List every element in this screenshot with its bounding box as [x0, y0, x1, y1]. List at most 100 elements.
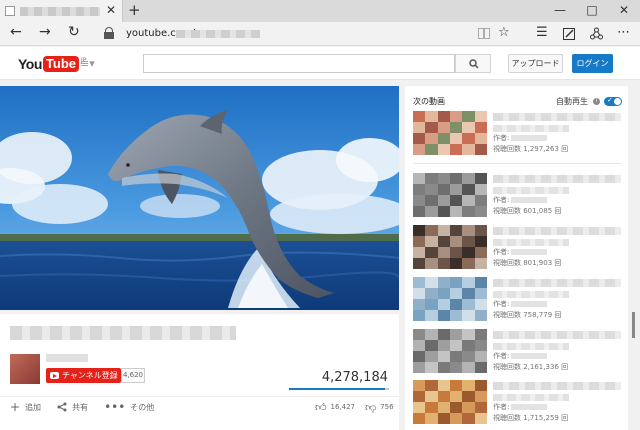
video-view-count: 視聴回数 601,085 回 [493, 207, 562, 215]
login-button[interactable]: ログイン [572, 54, 613, 73]
forward-icon[interactable]: → [39, 24, 51, 40]
channel-avatar[interactable] [10, 354, 40, 384]
youtube-header: You Tube JP ≡▾ アップロード ログイン [0, 47, 640, 80]
thumbs-up-icon[interactable]: 👍︎ [315, 401, 327, 414]
browser-titlebar: ✕ + — □ ✕ [0, 0, 640, 22]
autoplay-control: 自動再生 i ✓ [556, 96, 622, 107]
video-title-redacted[interactable] [493, 343, 569, 350]
scrollbar[interactable] [628, 80, 640, 430]
up-next-sidebar: 次の動画 自動再生 i ✓ 作者: 視聴回数 1,297,263 回作者: 視聴回数… [405, 86, 628, 430]
author-name-redacted [511, 404, 548, 410]
web-note-icon[interactable] [563, 28, 575, 40]
like-count: 16,427 [330, 403, 356, 411]
add-button[interactable]: + 追加 [10, 400, 41, 414]
video-title-redacted[interactable] [493, 113, 621, 121]
up-next-video[interactable]: 作者: 視聴回数 2,161,336 回 [413, 329, 628, 373]
up-next-video[interactable]: 作者: 視聴回数 1,297,263 回 [413, 111, 628, 155]
share-label: 共有 [72, 402, 89, 412]
search-button[interactable] [455, 54, 491, 73]
video-author: 作者: [493, 133, 548, 143]
video-author: 作者: [493, 402, 548, 412]
tab-title-redacted [20, 7, 100, 16]
video-view-count: 視聴回数 758,779 回 [493, 311, 562, 319]
search-input[interactable] [143, 54, 455, 73]
lock-icon [104, 27, 114, 39]
video-title-redacted[interactable] [493, 175, 621, 183]
video-view-count: 視聴回数 801,903 回 [493, 259, 562, 267]
reading-view-icon[interactable] [478, 28, 490, 39]
share-icon [57, 402, 67, 412]
up-next-video[interactable]: 作者: 視聴回数 758,779 回 [413, 277, 628, 321]
author-name-redacted [511, 135, 548, 141]
autoplay-toggle[interactable]: ✓ [604, 96, 622, 106]
search-icon [469, 59, 479, 69]
video-author: 作者: [493, 351, 548, 361]
more-button[interactable]: ••• その他 [104, 400, 154, 414]
youtube-play-icon [50, 372, 59, 379]
more-label: その他 [130, 402, 155, 412]
thumbs-down-icon[interactable]: 👎︎ [365, 401, 376, 414]
video-thumbnail[interactable] [413, 173, 487, 217]
refresh-icon[interactable]: ↻ [68, 24, 80, 40]
share-button[interactable]: 共有 [57, 402, 88, 413]
video-title-redacted[interactable] [493, 239, 569, 246]
author-name-redacted [511, 353, 548, 359]
subscriber-count: 4,620 [121, 368, 145, 383]
up-next-video[interactable]: 作者: 視聴回数 601,085 回 [413, 173, 628, 217]
info-icon[interactable]: i [593, 98, 600, 105]
up-next-video[interactable]: 作者: 視聴回数 801,903 回 [413, 225, 628, 269]
video-info-panel: チャンネル登録 4,620 4,278,184 + 追加 共有 ••• その他 👍︎… [0, 314, 399, 430]
maximize-icon[interactable]: □ [576, 0, 608, 22]
close-icon[interactable]: ✕ [106, 3, 116, 17]
plus-icon: + [10, 400, 21, 414]
video-title-redacted[interactable] [493, 291, 569, 298]
window-close-icon[interactable]: ✕ [608, 0, 640, 22]
video-thumbnail[interactable] [413, 380, 487, 424]
hub-icon[interactable]: ☰ [536, 25, 548, 40]
video-title-redacted[interactable] [493, 125, 569, 132]
video-title-redacted[interactable] [493, 331, 621, 339]
video-title-redacted[interactable] [493, 382, 621, 390]
video-thumbnail[interactable] [413, 329, 487, 373]
author-prefix: 作者: [493, 352, 510, 360]
author-name-redacted [511, 197, 548, 203]
upload-button[interactable]: アップロード [508, 54, 563, 73]
video-author: 作者: [493, 299, 548, 309]
subscribe-button[interactable]: チャンネル登録 [46, 368, 121, 383]
video-title-redacted[interactable] [493, 227, 621, 235]
minimize-icon[interactable]: — [544, 0, 576, 22]
add-label: 追加 [25, 402, 42, 412]
divider [413, 163, 621, 164]
back-icon[interactable]: ← [10, 24, 22, 40]
new-tab-button[interactable]: + [128, 1, 141, 19]
video-thumbnail[interactable] [413, 111, 487, 155]
like-ratio-fill [289, 388, 385, 390]
video-title-redacted[interactable] [493, 394, 569, 401]
video-thumbnail[interactable] [413, 225, 487, 269]
up-next-heading: 次の動画 [413, 97, 445, 106]
scrollbar-thumb[interactable] [632, 312, 635, 338]
dolphin-video-frame [0, 86, 399, 310]
window-controls: — □ ✕ [544, 0, 640, 22]
video-title-redacted[interactable] [493, 187, 569, 194]
page-icon [5, 6, 15, 16]
share-icon[interactable] [590, 27, 603, 40]
browser-tab[interactable]: ✕ [0, 0, 123, 22]
guide-menu-icon[interactable]: ≡▾ [80, 57, 95, 70]
autoplay-label: 自動再生 [556, 97, 588, 106]
dislike-count: 756 [380, 403, 394, 411]
more-icon[interactable]: ⋯ [617, 25, 630, 40]
more-dots-icon: ••• [104, 400, 126, 414]
video-view-count: 視聴回数 1,715,259 回 [493, 414, 569, 422]
logo-tube-text: Tube [42, 56, 79, 72]
up-next-video[interactable]: 作者: 視聴回数 1,715,259 回 [413, 380, 628, 424]
favorite-star-icon[interactable]: ☆ [498, 25, 510, 40]
like-ratio-bar [289, 388, 389, 390]
video-thumbnail[interactable] [413, 277, 487, 321]
youtube-logo[interactable]: You Tube JP [18, 56, 86, 72]
subscribe-label: チャンネル登録 [62, 371, 118, 380]
address-redacted [176, 30, 260, 38]
channel-name-redacted[interactable] [46, 354, 88, 362]
video-title-redacted[interactable] [493, 279, 621, 287]
video-player[interactable] [0, 86, 399, 310]
